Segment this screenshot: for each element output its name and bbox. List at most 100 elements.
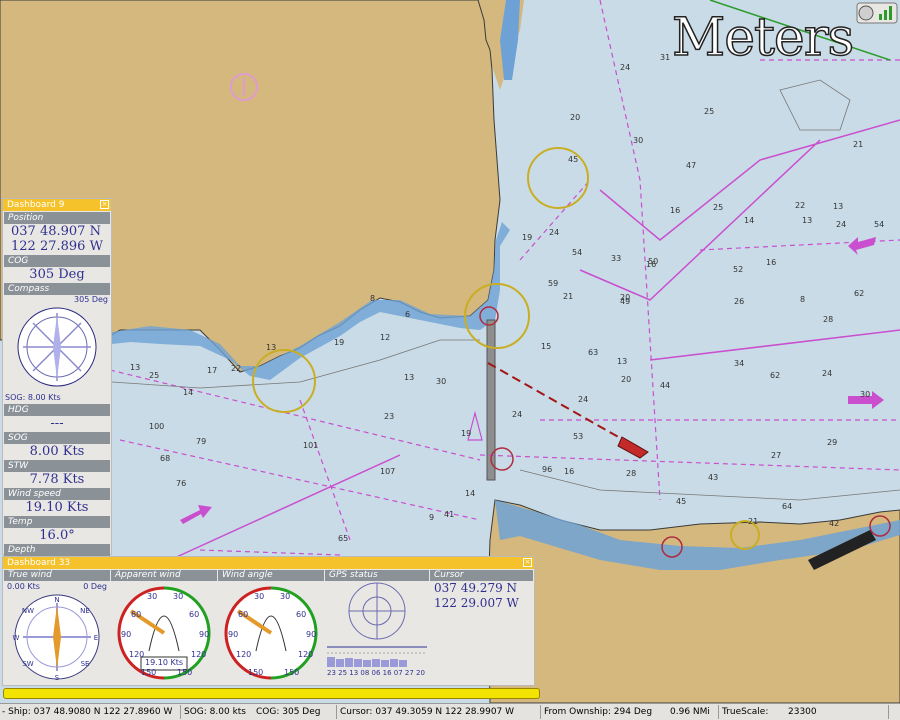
depth-sounding: 24 (549, 228, 559, 237)
windspeed-value: 19.10 Kts (25, 500, 89, 515)
depth-sounding: 13 (617, 357, 627, 366)
depth-sounding: 25 (704, 107, 714, 116)
compass-point-label: E (94, 634, 98, 642)
depth-sounding: 100 (149, 422, 164, 431)
depth-sounding: 22 (231, 364, 241, 373)
depth-sounding: 19 (461, 429, 471, 438)
true-wind-compass-icon: N NE E SE S SW W NW (13, 594, 100, 682)
depth-sounding: 79 (196, 437, 206, 446)
dashboard-9[interactable]: Dashboard 9 × Position 037 48.907 N 122 … (2, 198, 112, 556)
cursor-lat: 037 49.279 N (434, 581, 518, 595)
depth-sounding: 101 (303, 441, 318, 450)
status-bar: - Ship: 037 48.9080 N 122 27.8960 W SOG:… (0, 703, 900, 720)
dashboard-9-title[interactable]: Dashboard 9 (3, 199, 111, 211)
depth-sounding: 14 (744, 216, 754, 225)
cursor-lon: 122 29.007 W (434, 596, 519, 610)
depth-sounding: 54 (572, 248, 582, 257)
depth-sounding: 16 (766, 258, 776, 267)
depth-sounding: 25 (149, 371, 159, 380)
depth-sounding: 33 (611, 254, 621, 263)
apparent-wind-label: Apparent wind (111, 570, 217, 581)
gps-status-instrument: GPS status 23 25 13 08 06 16 07 27 20 (325, 570, 429, 686)
depth-sounding: 54 (874, 220, 884, 229)
depth-sounding: 21 (853, 140, 863, 149)
true-wind-label: True wind (4, 570, 110, 581)
depth-sounding: 13 (266, 343, 276, 352)
depth-sounding: 27 (771, 451, 781, 460)
sog-label: SOG (4, 432, 110, 444)
depth-sounding: 42 (829, 519, 839, 528)
dial-tick-label: 120 (236, 650, 251, 659)
cog-label: COG (4, 255, 110, 267)
dial-tick-label: 30 (173, 592, 183, 601)
depth-sounding: 23 (384, 412, 394, 421)
dial-tick-label: 30 (280, 592, 290, 601)
depth-sounding: 21 (748, 517, 758, 526)
cursor-label: Cursor (430, 570, 533, 581)
compass-point-label: NE (80, 607, 90, 615)
dial-tick-label: 120 (191, 650, 206, 659)
apparent-wind-dial-icon: 306090120150306090120150 (117, 586, 211, 680)
depth-sounding: 64 (782, 502, 792, 511)
wind-angle-label: Wind angle (218, 570, 324, 581)
true-wind-instrument: True wind 0.00 Kts 0 Deg N NE E SE S SW W NW (4, 570, 110, 686)
dial-tick-label: 150 (284, 668, 299, 677)
gps-status-label: GPS status (325, 570, 429, 581)
depth-sounding: 17 (207, 366, 217, 375)
depth-sounding: 96 (542, 465, 552, 474)
dial-tick-label: 30 (254, 592, 264, 601)
depth-sounding: 45 (568, 155, 578, 164)
depth-sounding: 20 (570, 113, 580, 122)
depth-sounding: 28 (823, 315, 833, 324)
cursor-instrument: Cursor 037 49.279 N 122 29.007 W (430, 570, 533, 686)
depth-sounding: 6 (405, 310, 410, 319)
status-from-ownship: From Ownship: 294 Deg (544, 707, 653, 717)
depth-sounding: 24 (620, 63, 630, 72)
depth-sounding: 50 (648, 257, 658, 266)
depth-sounding: 41 (444, 510, 454, 519)
depth-sounding: 62 (770, 371, 780, 380)
status-distance: 0.96 NMi (670, 707, 710, 717)
depth-sounding: 63 (588, 348, 598, 357)
true-wind-speed: 0.00 Kts (7, 582, 40, 591)
depth-sounding: 21 (563, 292, 573, 301)
cog-value: 305 Deg (29, 267, 85, 282)
dial-tick-label: 30 (147, 592, 157, 601)
depth-sounding: 68 (160, 454, 170, 463)
depth-sounding: 26 (734, 297, 744, 306)
compass-point-label: SW (22, 660, 33, 668)
dial-tick-label: 90 (121, 630, 131, 639)
status-cog: COG: 305 Deg (256, 707, 321, 717)
depth-sounding: 29 (827, 438, 837, 447)
horizontal-scrollbar[interactable] (3, 688, 540, 699)
compass-label: Compass (4, 283, 110, 295)
true-wind-direction: 0 Deg (83, 582, 107, 591)
depth-sounding: 13 (802, 216, 812, 225)
depth-sounding: 8 (800, 295, 805, 304)
depth-sounding: 19 (334, 338, 344, 347)
temp-value: 16.0° (39, 528, 75, 543)
position-label: Position (4, 212, 110, 224)
depth-sounding: 28 (626, 469, 636, 478)
close-icon[interactable]: × (100, 200, 109, 209)
dashboard-33-title[interactable]: Dashboard 33 (3, 557, 534, 569)
depth-sounding: 24 (512, 410, 522, 419)
depth-sounding: 30 (860, 390, 870, 399)
sog-value: 8.00 Kts (29, 444, 85, 459)
depth-units-label: Meters (671, 7, 855, 69)
dashboard-33[interactable]: Dashboard 33 × True wind 0.00 Kts 0 Deg … (2, 556, 535, 686)
status-sog: SOG: 8.00 kts (184, 707, 246, 717)
dial-tick-label: 90 (228, 630, 238, 639)
depth-sounding: 62 (854, 289, 864, 298)
depth-sounding: 65 (338, 534, 348, 543)
status-cursor: Cursor: 037 49.3059 N 122 28.9907 W (340, 707, 515, 717)
wind-angle-dial-icon: 30 60 90 120 150 30 60 90 120 150 (224, 586, 318, 680)
depth-sounding: 45 (676, 497, 686, 506)
dial-tick-label: 150 (141, 668, 156, 677)
depth-sounding: 44 (660, 381, 670, 390)
dial-tick-label: 60 (296, 610, 306, 619)
close-icon[interactable]: × (523, 558, 532, 567)
apparent-wind-instrument: Apparent wind 30 60 90 120 150 30 60 90 120 150 1… (111, 570, 217, 686)
depth-sounding: 24 (836, 220, 846, 229)
depth-sounding: 8 (370, 294, 375, 303)
